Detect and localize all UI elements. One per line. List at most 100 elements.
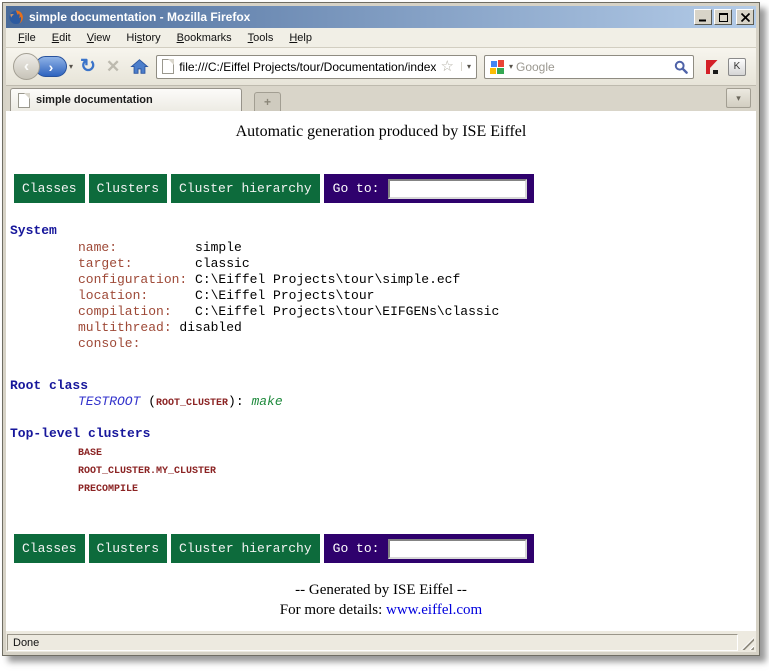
- system-value: C:\Eiffel Projects\tour: [195, 288, 374, 303]
- system-label: name:: [78, 240, 195, 255]
- clusters-button-bottom[interactable]: Clusters: [89, 534, 167, 563]
- cluster-hierarchy-button-bottom[interactable]: Cluster hierarchy: [171, 534, 320, 563]
- goto-label: Go to:: [333, 541, 380, 556]
- page-headline: Automatic generation produced by ISE Eif…: [6, 123, 756, 141]
- classes-button-top[interactable]: Classes: [14, 174, 85, 203]
- top-level-clusters-heading: Top-level clusters: [10, 426, 756, 442]
- system-value: disabled: [179, 320, 241, 335]
- menu-tools[interactable]: Tools: [240, 29, 282, 47]
- cluster-item: PRECOMPILE: [78, 480, 756, 498]
- address-bar[interactable]: ☆ ▾: [156, 55, 477, 79]
- bookmark-star-icon[interactable]: ☆: [441, 59, 454, 74]
- system-label: console:: [78, 336, 140, 351]
- firefox-logo-icon: [8, 9, 24, 25]
- creation-feature-link[interactable]: make: [251, 394, 282, 409]
- urlbar-dropdown-icon[interactable]: ▾: [461, 62, 471, 71]
- menu-history[interactable]: History: [118, 29, 168, 47]
- firefox-window: simple documentation - Mozilla Firefox F…: [2, 2, 760, 656]
- maximize-button[interactable]: [714, 9, 732, 25]
- google-engine-icon[interactable]: [490, 60, 504, 74]
- menu-bookmarks[interactable]: Bookmarks: [169, 29, 240, 47]
- system-label: location:: [78, 288, 195, 303]
- goto-input-top[interactable]: [388, 179, 527, 199]
- goto-block-bottom: Go to:: [324, 534, 535, 563]
- list-all-tabs-button[interactable]: ▾: [726, 88, 751, 108]
- status-panel: Done: [7, 634, 738, 651]
- cluster-list: BASE ROOT_CLUSTER.MY_CLUSTER PRECOMPILE: [6, 444, 756, 498]
- navigation-toolbar: ‹ › ▾ ↻ ✕ ☆ ▾ ▾: [6, 48, 756, 85]
- tab-page-icon: [18, 93, 30, 108]
- minimize-icon: [699, 13, 708, 22]
- history-dropdown-icon[interactable]: ▾: [69, 62, 73, 71]
- system-label: target:: [78, 256, 195, 271]
- system-row-console: console:: [78, 336, 756, 352]
- system-label: compilation:: [78, 304, 195, 319]
- search-engine-dropdown-icon[interactable]: ▾: [509, 62, 513, 71]
- minimize-button[interactable]: [694, 9, 712, 25]
- details-line: For more details: www.eiffel.com: [6, 600, 756, 620]
- back-button[interactable]: ‹: [13, 53, 40, 80]
- cluster-item: BASE: [78, 444, 756, 462]
- menu-view[interactable]: View: [79, 29, 119, 47]
- search-box[interactable]: ▾: [484, 55, 694, 79]
- page-footer: -- Generated by ISE Eiffel -- For more d…: [6, 580, 756, 620]
- menu-help[interactable]: Help: [281, 29, 320, 47]
- system-heading: System: [10, 223, 756, 239]
- cluster-link-precompile[interactable]: PRECOMPILE: [78, 484, 138, 495]
- resize-grip[interactable]: [741, 637, 754, 650]
- url-input[interactable]: [179, 60, 435, 74]
- nav-button-row-top: ClassesClustersCluster hierarchy Go to:: [14, 174, 756, 203]
- menu-bar: FileEditViewHistoryBookmarksToolsHelp: [6, 28, 756, 48]
- kaspersky-icon[interactable]: [704, 59, 720, 75]
- system-rows: name: simpletarget: classicconfiguration…: [6, 240, 756, 352]
- reload-button[interactable]: ↻: [80, 57, 96, 76]
- nav-button-row-bottom: ClassesClustersCluster hierarchy Go to:: [14, 534, 756, 563]
- page-icon: [162, 59, 174, 74]
- system-value: C:\Eiffel Projects\tour\EIFGENs\classic: [195, 304, 499, 319]
- title-bar[interactable]: simple documentation - Mozilla Firefox: [6, 6, 756, 28]
- virtual-keyboard-button[interactable]: K: [728, 58, 746, 76]
- system-row-compilation: compilation: C:\Eiffel Projects\tour\EIF…: [78, 304, 756, 320]
- cluster-item: ROOT_CLUSTER.MY_CLUSTER: [78, 462, 756, 480]
- clusters-button-top[interactable]: Clusters: [89, 174, 167, 203]
- new-tab-button[interactable]: +: [254, 92, 281, 111]
- eiffel-website-link[interactable]: www.eiffel.com: [386, 602, 482, 618]
- system-value: C:\Eiffel Projects\tour\simple.ecf: [195, 272, 460, 287]
- cluster-hierarchy-button-top[interactable]: Cluster hierarchy: [171, 174, 320, 203]
- status-bar: Done: [6, 631, 756, 652]
- status-text: Done: [13, 637, 39, 649]
- cluster-link-root-cluster-my-cluster[interactable]: ROOT_CLUSTER.MY_CLUSTER: [78, 466, 216, 477]
- menu-edit[interactable]: Edit: [44, 29, 79, 47]
- root-class-line: TESTROOT (ROOT_CLUSTER): make: [78, 394, 756, 412]
- system-row-configuration: configuration: C:\Eiffel Projects\tour\s…: [78, 272, 756, 288]
- system-value: simple: [195, 240, 242, 255]
- close-button[interactable]: [736, 9, 754, 25]
- root-cluster-link[interactable]: ROOT_CLUSTER: [156, 398, 228, 409]
- system-row-name: name: simple: [78, 240, 756, 256]
- goto-label: Go to:: [333, 181, 380, 196]
- details-prefix: For more details:: [280, 602, 386, 618]
- search-input[interactable]: [516, 60, 671, 74]
- goto-input-bottom[interactable]: [388, 539, 527, 559]
- home-icon: [130, 58, 149, 75]
- menu-file[interactable]: File: [10, 29, 44, 47]
- generated-by-line: -- Generated by ISE Eiffel --: [6, 580, 756, 600]
- classes-button-bottom[interactable]: Classes: [14, 534, 85, 563]
- search-magnifier-icon[interactable]: [674, 60, 688, 74]
- page-content: Automatic generation produced by ISE Eif…: [6, 111, 756, 631]
- system-row-target: target: classic: [78, 256, 756, 272]
- tab-simple-documentation[interactable]: simple documentation: [10, 88, 242, 111]
- home-button[interactable]: [130, 58, 149, 75]
- paren-open: (: [140, 394, 156, 409]
- tab-bar: simple documentation + ▾: [6, 85, 756, 111]
- system-label: configuration:: [78, 272, 195, 287]
- system-label: multithread:: [78, 320, 179, 335]
- system-value: classic: [195, 256, 250, 271]
- cluster-link-base[interactable]: BASE: [78, 448, 102, 459]
- goto-block-top: Go to:: [324, 174, 535, 203]
- maximize-icon: [719, 13, 728, 22]
- window-title: simple documentation - Mozilla Firefox: [29, 10, 689, 24]
- tab-title: simple documentation: [36, 94, 153, 106]
- root-class-link[interactable]: TESTROOT: [78, 394, 140, 409]
- stop-button[interactable]: ✕: [106, 57, 120, 77]
